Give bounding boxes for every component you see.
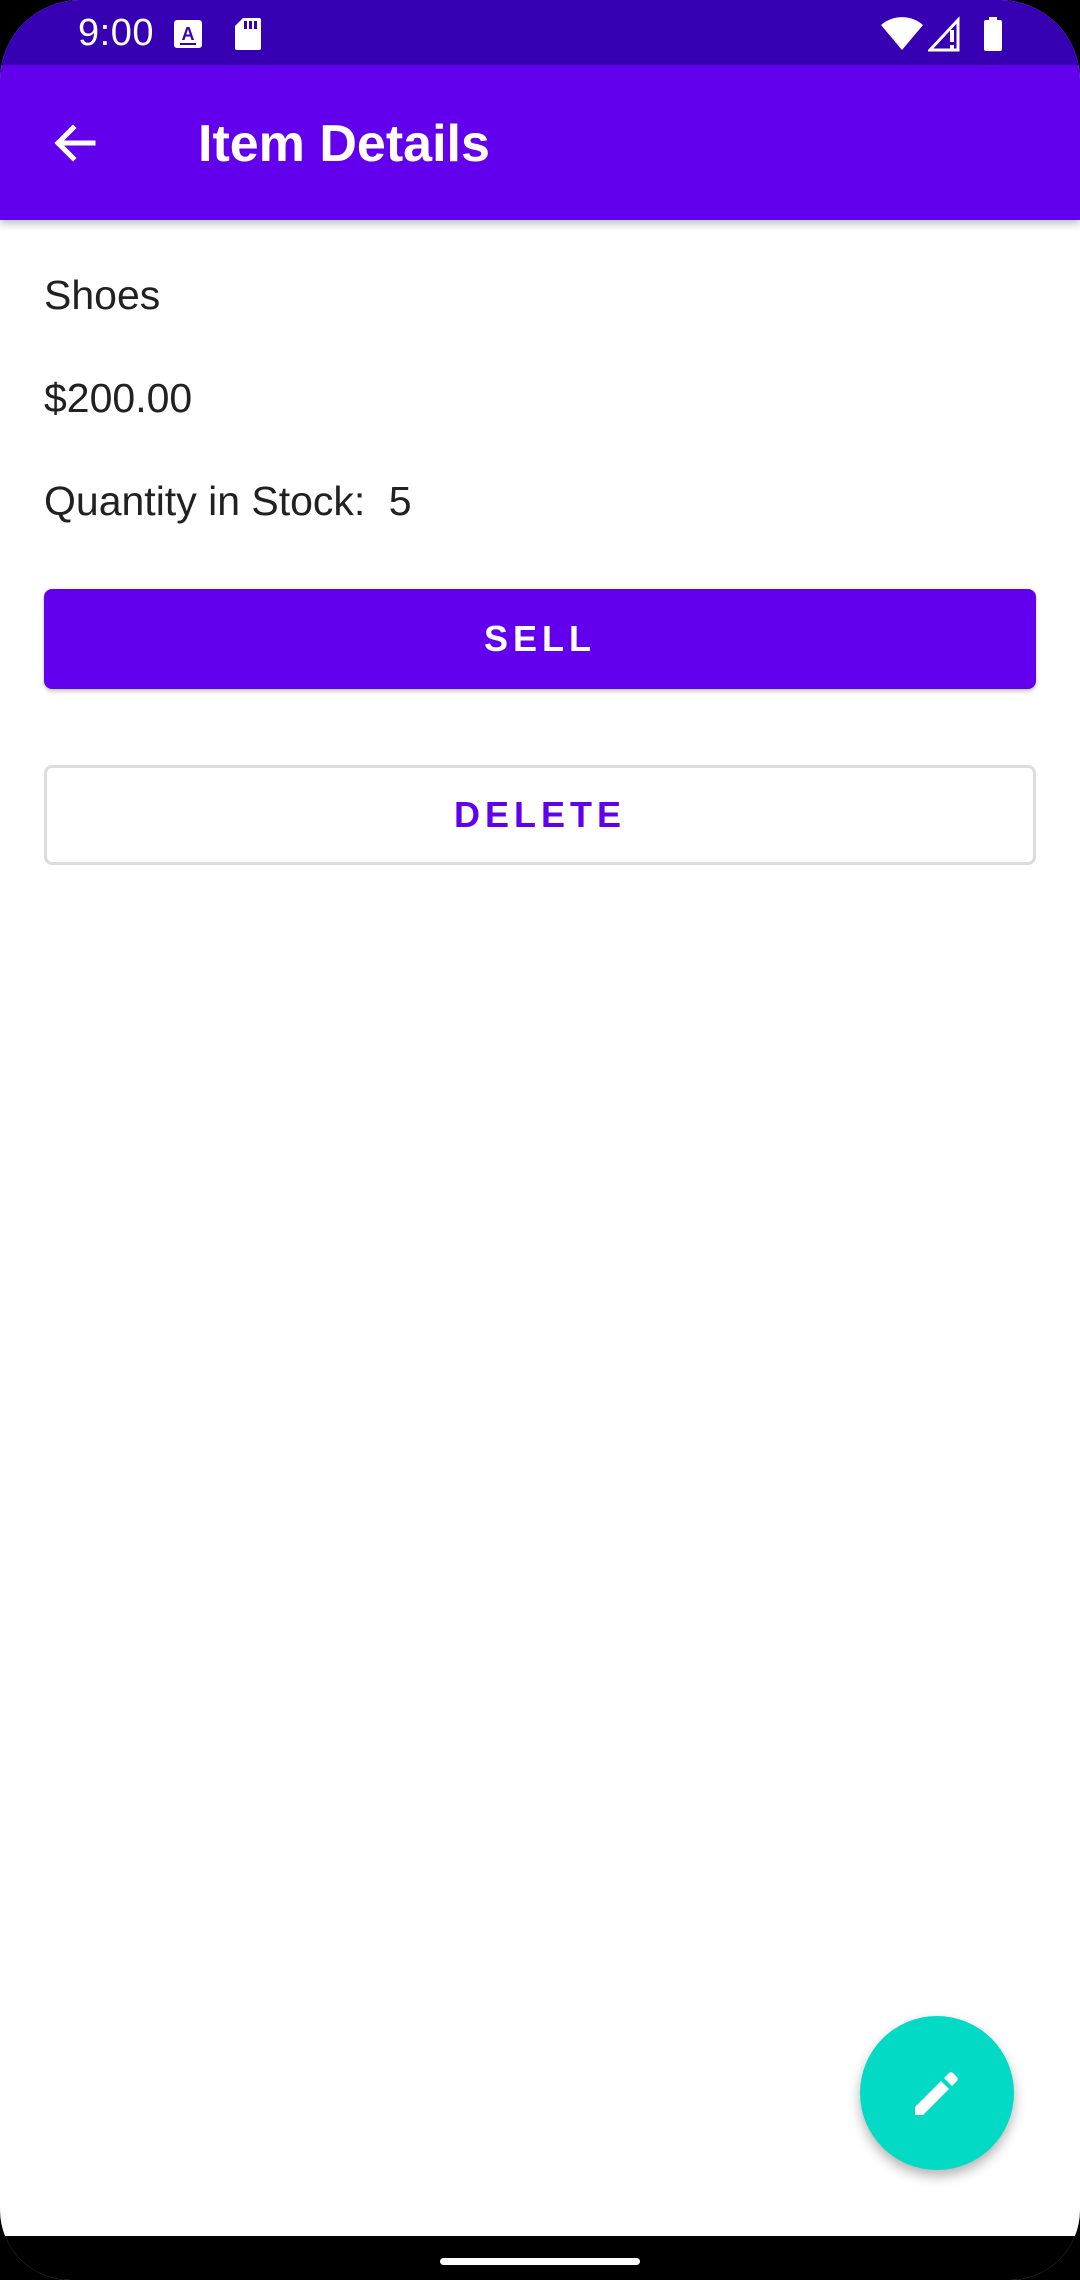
sell-button[interactable]: SELL [44,589,1036,689]
edit-fab-button[interactable] [860,2016,1014,2170]
status-bar: 9:00 A [0,0,1080,65]
arrow-back-icon [54,123,96,162]
back-button[interactable] [30,105,120,180]
delete-button-label: DELETE [453,794,626,835]
screen: 9:00 A Item Details Shoes $200.00 Quanti… [0,0,1080,2280]
cell-signal-icon [928,16,960,52]
app-bar: Item Details [0,65,1080,220]
item-price: $200.00 [44,375,193,421]
home-gesture-handle[interactable] [440,2258,640,2265]
delete-button[interactable]: DELETE [44,765,1036,865]
quantity-label: Quantity in Stock: [44,478,366,524]
item-quantity: Quantity in Stock: 5 [44,476,412,526]
edit-pencil-icon [915,2072,958,2115]
page-title: Item Details [198,115,490,173]
keyboard-a-icon: A [174,20,202,48]
sd-card-icon [235,18,261,50]
svg-text:A: A [182,24,195,44]
status-time: 9:00 [78,12,154,54]
wifi-icon [881,17,923,50]
item-name: Shoes [44,272,161,318]
navigation-bar [0,2236,1080,2280]
sell-button-label: SELL [483,618,596,659]
battery-icon [984,17,1002,51]
quantity-value: 5 [388,478,412,524]
